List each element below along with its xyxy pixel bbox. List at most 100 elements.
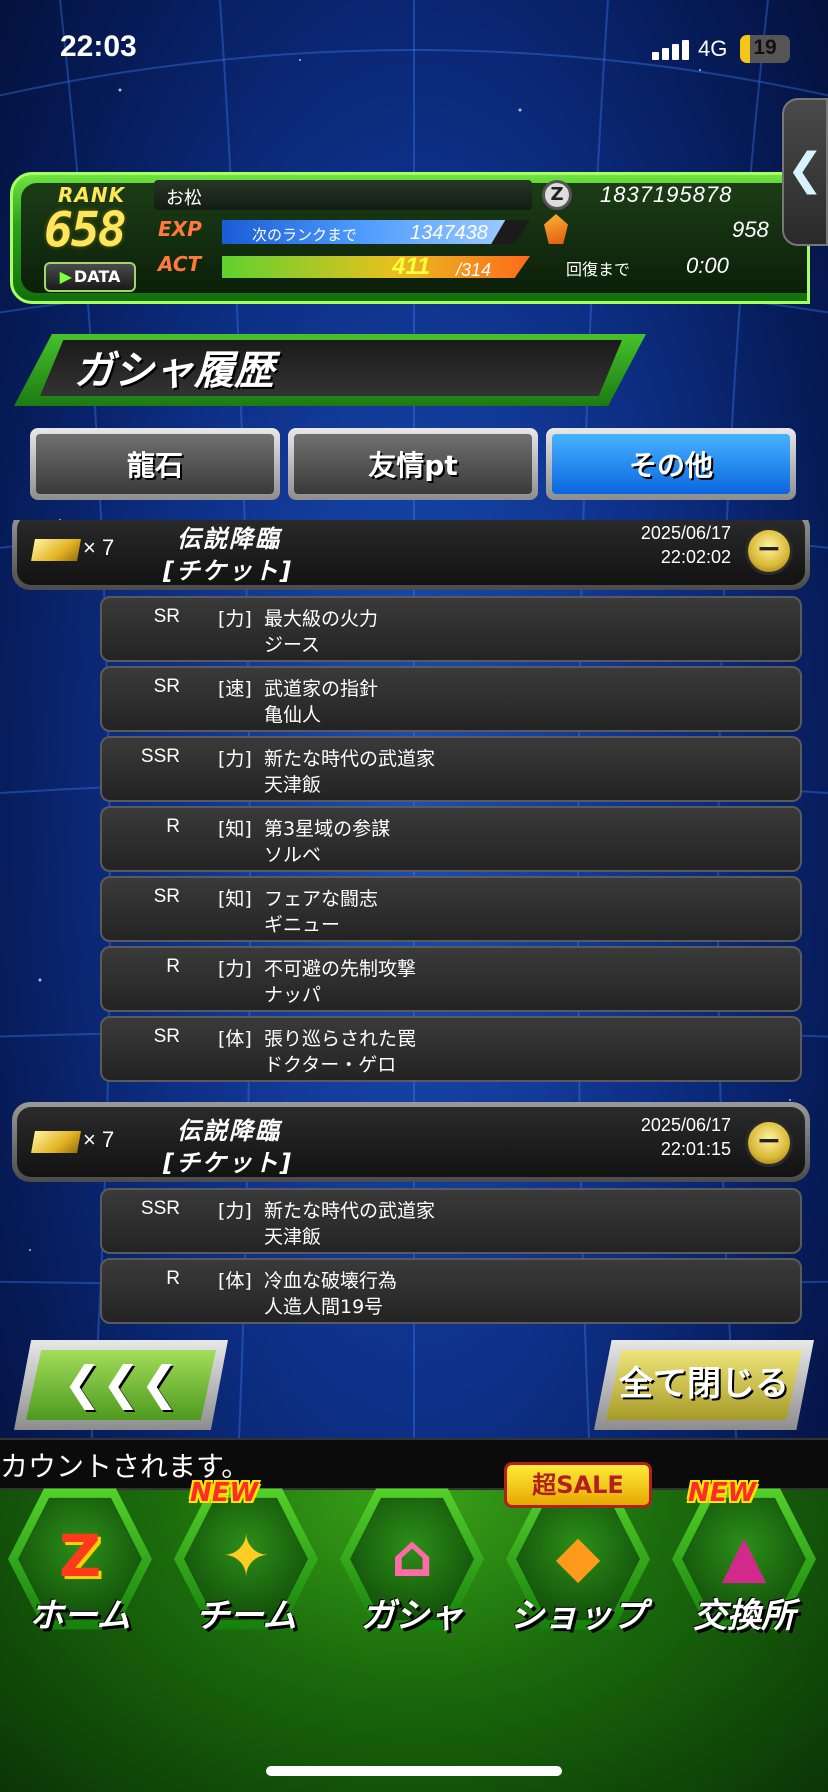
history-item-row[interactable]: R [力] 不可避の先制攻撃 ナッパ xyxy=(100,946,802,1012)
history-item-row[interactable]: R [体] 冷血な破壊行為 人造人間19号 xyxy=(100,1258,802,1324)
tab-friend-pt[interactable]: 友情pt xyxy=(288,428,538,500)
new-badge: NEW xyxy=(688,1478,757,1508)
rarity-label: R xyxy=(166,956,180,977)
zeni-amount: 1837195878 xyxy=(600,182,733,207)
tab-other[interactable]: その他 xyxy=(546,428,796,500)
history-item-row[interactable]: SR [力] 最大級の火力 ジース xyxy=(100,596,802,662)
nav-team-label: チーム xyxy=(195,1596,297,1636)
battery-icon: 19 xyxy=(740,35,790,63)
pull-date: 2025/06/17 xyxy=(640,523,731,543)
zeni-icon: Z xyxy=(542,180,572,210)
nav-exchange-label: 交換所 xyxy=(693,1596,795,1636)
attribute-label: [速] xyxy=(218,678,252,700)
battery-percent: 19 xyxy=(753,36,777,59)
history-item-row[interactable]: SR [体] 張り巡らされた罠 ドクター・ゲロ xyxy=(100,1016,802,1082)
act-current: 411 xyxy=(392,253,431,280)
witch-hat-icon: ▲ xyxy=(721,1522,767,1590)
attribute-label: [力] xyxy=(218,958,252,980)
data-button-label: DATA xyxy=(73,267,121,286)
z-logo-icon: Z xyxy=(58,1522,102,1590)
card-title: 新たな時代の武道家 xyxy=(264,1200,436,1222)
play-icon: ▶ xyxy=(59,267,72,286)
character-name: 人造人間19号 xyxy=(264,1296,384,1318)
signal-icon xyxy=(652,38,692,60)
home-indicator[interactable] xyxy=(266,1766,562,1776)
rank-value: 658 xyxy=(44,202,127,258)
card-title: 冷血な破壊行為 xyxy=(264,1270,398,1292)
character-name: ナッパ xyxy=(264,984,322,1006)
back-button-label[interactable]: ❮❮❮ xyxy=(26,1350,216,1420)
close-all-button-label[interactable]: 全て閉じる xyxy=(606,1350,802,1420)
history-item-row[interactable]: SR [知] フェアな闘志 ギニュー xyxy=(100,876,802,942)
rarity-label: R xyxy=(166,816,180,837)
tab-dragon-stone-label: 龍石 xyxy=(36,434,274,494)
nav-exchange[interactable]: ▲ NEW 交換所 xyxy=(664,1478,824,1654)
rarity-label: SR xyxy=(153,606,180,627)
exp-label: EXP xyxy=(158,217,202,241)
rarity-label: SR xyxy=(153,886,180,907)
act-max: /314 xyxy=(456,260,492,280)
history-item-row[interactable]: SR [速] 武道家の指針 亀仙人 xyxy=(100,666,802,732)
dragon-stone-icon: ◆ xyxy=(555,1522,601,1590)
attribute-label: [力] xyxy=(218,1200,252,1222)
team-characters-icon: ✦ xyxy=(221,1522,271,1590)
page-title: ガシャ履歴 xyxy=(74,348,274,394)
rarity-label: SR xyxy=(153,1026,180,1047)
player-name: お松 xyxy=(166,188,202,209)
banner-type: [チケット] xyxy=(163,557,293,585)
history-group-header: × 7 伝説降臨 [チケット] 2025/06/17 22:02:02− xyxy=(12,520,810,590)
attribute-label: [知] xyxy=(218,818,252,840)
history-item-row[interactable]: SSR [力] 新たな時代の武道家 天津飯 xyxy=(100,1188,802,1254)
nav-gacha[interactable]: ⌂ ガシャ xyxy=(332,1484,492,1654)
rarity-label: SSR xyxy=(140,746,180,767)
network-type: 4G xyxy=(698,36,728,61)
capsule-icon: ⌂ xyxy=(391,1522,433,1590)
tab-friend-pt-label: 友情pt xyxy=(294,434,532,494)
card-title: 第3星域の参謀 xyxy=(264,818,391,840)
nav-shop[interactable]: ◆ 超SALE ショップ xyxy=(498,1462,658,1654)
ticket-icon xyxy=(31,1131,81,1153)
history-item-row[interactable]: R [知] 第3星域の参謀 ソルベ xyxy=(100,806,802,872)
character-name: ドクター・ゲロ xyxy=(264,1054,397,1076)
character-name: ギニュー xyxy=(264,914,341,936)
collapse-button[interactable]: − xyxy=(745,1119,793,1167)
attribute-label: [力] xyxy=(218,748,252,770)
attribute-label: [知] xyxy=(218,888,252,910)
card-title: 新たな時代の武道家 xyxy=(264,748,436,770)
pull-time: 22:02:02 xyxy=(660,547,731,567)
nav-shop-label: ショップ xyxy=(510,1596,646,1636)
recover-label: 回復まで xyxy=(566,260,631,279)
status-time: 22:03 xyxy=(60,30,137,63)
banner-name: 伝説降臨 xyxy=(177,1117,281,1145)
banner-name: 伝説降臨 xyxy=(177,525,281,553)
card-title: 武道家の指針 xyxy=(264,678,379,700)
character-name: 亀仙人 xyxy=(264,704,322,726)
nav-gacha-label: ガシャ xyxy=(361,1596,463,1636)
side-menu-tab[interactable]: ❮ xyxy=(782,98,828,246)
new-badge: NEW xyxy=(190,1478,259,1508)
card-title: フェアな闘志 xyxy=(264,888,379,910)
banner-type: [チケット] xyxy=(163,1149,293,1177)
chevron-left-icon: ❮ xyxy=(786,144,824,195)
nav-team[interactable]: ✦ NEW チーム xyxy=(166,1478,326,1654)
ticket-count: × 7 xyxy=(83,1127,115,1152)
history-group-header: × 7 伝説降臨 [チケット] 2025/06/17 22:01:15− xyxy=(12,1102,810,1182)
player-name-row xyxy=(154,180,532,210)
attribute-label: [体] xyxy=(218,1270,252,1292)
tab-dragon-stone[interactable]: 龍石 xyxy=(30,428,280,500)
tab-other-label: その他 xyxy=(552,434,790,494)
character-name: ジース xyxy=(264,634,321,656)
collapse-button[interactable]: − xyxy=(745,527,793,575)
rarity-label: SR xyxy=(153,676,180,697)
history-item-row[interactable]: SSR [力] 新たな時代の武道家 天津飯 xyxy=(100,736,802,802)
ticket-count: × 7 xyxy=(83,535,115,560)
character-name: ソルベ xyxy=(264,844,322,866)
gacha-history-list[interactable]: × 7 伝説降臨 [チケット] 2025/06/17 22:02:02− SR [力] 最大級… xyxy=(0,520,828,1324)
rarity-label: R xyxy=(166,1268,180,1289)
act-label: ACT xyxy=(158,252,202,276)
recover-time: 0:00 xyxy=(686,253,729,278)
nav-home[interactable]: Z ホーム xyxy=(0,1484,160,1654)
card-title: 最大級の火力 xyxy=(264,608,379,630)
data-button[interactable]: ▶ DATA xyxy=(44,262,136,292)
pull-date: 2025/06/17 xyxy=(640,1115,731,1135)
